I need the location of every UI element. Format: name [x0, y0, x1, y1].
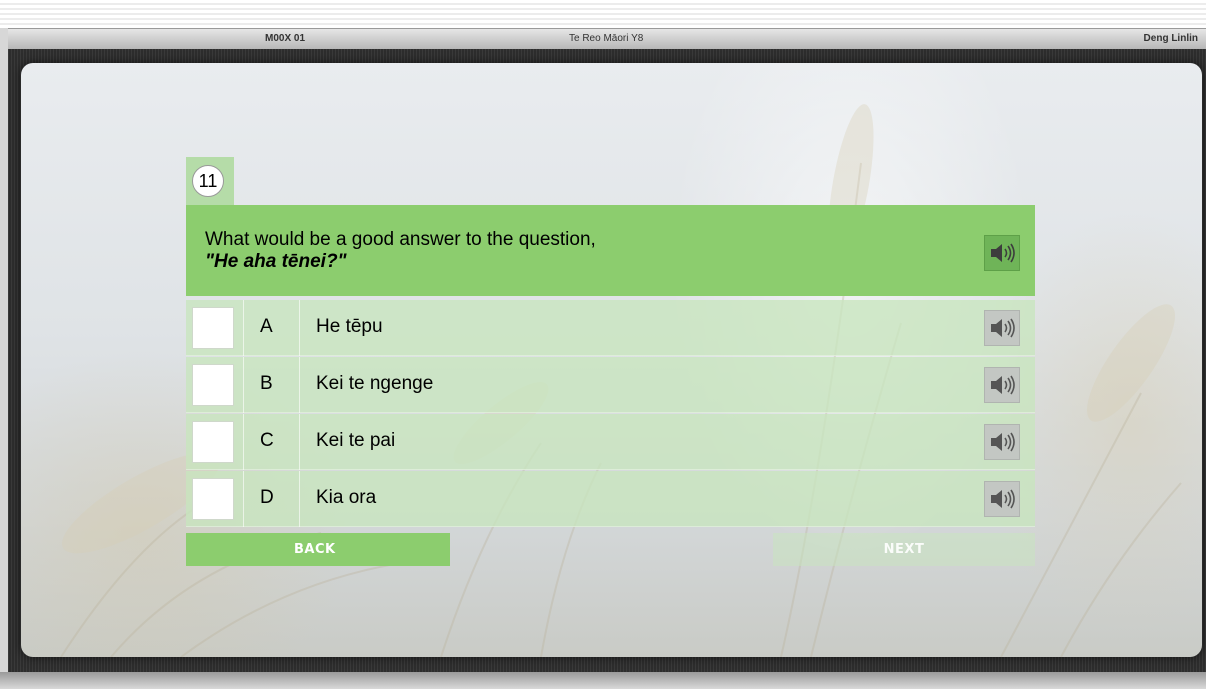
option-c-audio-button[interactable] — [984, 424, 1020, 460]
option-c-checkbox[interactable] — [192, 421, 234, 463]
option-letter: D — [260, 487, 274, 508]
question-audio-button[interactable] — [984, 235, 1020, 271]
header-bar: M00X 01 Te Reo Māori Y8 Deng Linlin — [8, 28, 1206, 50]
speaker-icon — [991, 375, 1015, 395]
option-row-c[interactable]: C Kei te pai — [186, 414, 1035, 470]
question-text: What would be a good answer to the quest… — [205, 229, 596, 250]
speaker-icon — [991, 318, 1015, 338]
course-title: Te Reo Māori Y8 — [569, 33, 644, 44]
bottom-strip — [0, 672, 1206, 689]
module-code: M00X 01 — [265, 33, 306, 44]
option-letter: B — [260, 373, 273, 394]
question-number: 11 — [192, 165, 224, 197]
speaker-icon — [991, 432, 1015, 452]
option-b-audio-button[interactable] — [984, 367, 1020, 403]
question-header: What would be a good answer to the quest… — [186, 205, 1035, 296]
top-strip — [0, 0, 1206, 28]
option-d-checkbox[interactable] — [192, 478, 234, 520]
question-number-tab: 11 — [186, 157, 234, 205]
answer-options: A He tēpu B Kei te ngenge C Kei te pai D… — [186, 300, 1035, 527]
divider — [299, 414, 300, 470]
option-text: Kei te ngenge — [316, 373, 434, 394]
option-b-checkbox[interactable] — [192, 364, 234, 406]
speaker-icon — [991, 243, 1015, 263]
speaker-icon — [991, 489, 1015, 509]
divider — [243, 471, 244, 527]
option-text: Kia ora — [316, 487, 377, 508]
divider — [243, 357, 244, 413]
option-letter: A — [260, 316, 273, 337]
option-text: Kei te pai — [316, 430, 396, 451]
user-name: Deng Linlin — [1143, 33, 1198, 44]
back-button[interactable]: BACK — [186, 533, 450, 566]
divider — [299, 471, 300, 527]
divider — [299, 357, 300, 413]
divider — [299, 300, 300, 356]
divider — [243, 300, 244, 356]
option-letter: C — [260, 430, 274, 451]
question-phrase: "He aha tēnei?" — [205, 251, 347, 272]
next-button[interactable]: NEXT — [773, 533, 1035, 566]
option-row-d[interactable]: D Kia ora — [186, 471, 1035, 527]
option-row-b[interactable]: B Kei te ngenge — [186, 357, 1035, 413]
option-d-audio-button[interactable] — [984, 481, 1020, 517]
divider — [243, 414, 244, 470]
option-text: He tēpu — [316, 316, 383, 337]
option-a-checkbox[interactable] — [192, 307, 234, 349]
option-a-audio-button[interactable] — [984, 310, 1020, 346]
option-row-a[interactable]: A He tēpu — [186, 300, 1035, 356]
question-panel: 11 What would be a good answer to the qu… — [21, 63, 1202, 657]
